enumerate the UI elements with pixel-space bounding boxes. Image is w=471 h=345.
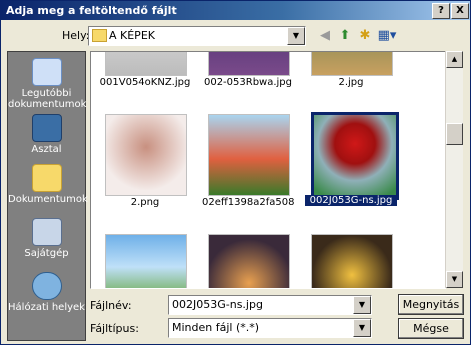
desktop-icon [31,114,62,142]
place-documents[interactable]: Dokumentumok [8,164,88,205]
recent-documents-icon [31,58,62,86]
help-button[interactable]: ? [432,3,450,19]
open-button[interactable]: Megnyitás [398,294,464,315]
filename-value: 002J053G-ns.jpg [172,298,263,311]
scrollbar-thumb[interactable] [446,123,463,145]
location-value: A KÉPEK [109,29,155,42]
network-places-icon [31,272,62,300]
scroll-down-icon[interactable]: ▼ [446,271,463,288]
thumbnail-image [208,234,290,288]
file-open-dialog: Adja meg a feltöltendő fájlt ? X Hely: A… [0,0,471,345]
place-my-computer[interactable]: Sajátgép [8,218,85,259]
thumbnail-image [105,234,187,288]
cancel-button[interactable]: Mégse [398,318,464,339]
vertical-scrollbar[interactable]: ▲ ▼ [445,51,463,288]
chevron-down-icon[interactable]: ▼ [287,27,305,45]
file-name: 2.jpg [338,77,364,88]
thumbnail-image [208,114,290,196]
back-icon[interactable]: ◀ [315,27,335,45]
file-name: 2.png [130,197,160,208]
folder-icon [92,29,107,42]
file-name: 002J053G-ns.jpg [305,195,397,206]
thumbnail-image [311,112,399,200]
view-menu-icon[interactable]: ▦▾ [375,27,399,45]
documents-folder-icon [31,164,62,192]
my-computer-icon [31,218,62,246]
filetype-label: Fájltípus: [90,322,139,335]
place-label: Sajátgép [24,248,69,259]
file-name: 02eff1398a2fa508112... [202,197,294,208]
thumbnail-image [311,52,393,76]
place-label: Asztal [31,144,62,155]
places-bar: Legutóbbi dokumentumok Asztal Dokumentum… [7,51,88,341]
place-label: Legutóbbi dokumentumok [8,88,87,110]
place-label: Dokumentumok [8,194,88,205]
thumbnail-image [105,114,187,196]
filename-label: Fájlnév: [90,299,132,312]
filename-input[interactable]: 002J053G-ns.jpg ▼ [168,295,372,315]
place-recent[interactable]: Legutóbbi dokumentumok [8,58,87,110]
window-title: Adja meg a feltöltendő fájlt [6,4,177,17]
place-network[interactable]: Hálózati helyek [8,272,85,313]
scroll-up-icon[interactable]: ▲ [446,51,463,68]
location-label: Hely: [62,29,90,42]
filetype-value: Minden fájl (*.*) [172,321,260,334]
thumbnail-image [208,52,290,76]
place-label: Hálózati helyek [8,302,85,313]
place-desktop[interactable]: Asztal [8,114,85,155]
chevron-down-icon[interactable]: ▼ [353,319,371,337]
title-bar: Adja meg a feltöltendő fájlt ? X [1,1,470,20]
thumbnail-image [105,52,187,76]
up-folder-icon[interactable]: ⬆ [335,27,355,45]
file-name: 002-053Rbwa.jpg [203,77,293,88]
location-combo[interactable]: A KÉPEK ▼ [88,26,306,46]
new-folder-icon[interactable]: ✱ [355,27,375,45]
file-name: 001V054oKNZ.jpg [99,77,191,88]
thumbnail-image [311,234,393,288]
close-button[interactable]: X [451,3,469,19]
file-list[interactable]: 001V054oKNZ.jpg 002-053Rbwa.jpg 2.jpg 2.… [90,51,446,289]
filetype-select[interactable]: Minden fájl (*.*) ▼ [168,318,372,338]
chevron-down-icon[interactable]: ▼ [353,296,371,314]
